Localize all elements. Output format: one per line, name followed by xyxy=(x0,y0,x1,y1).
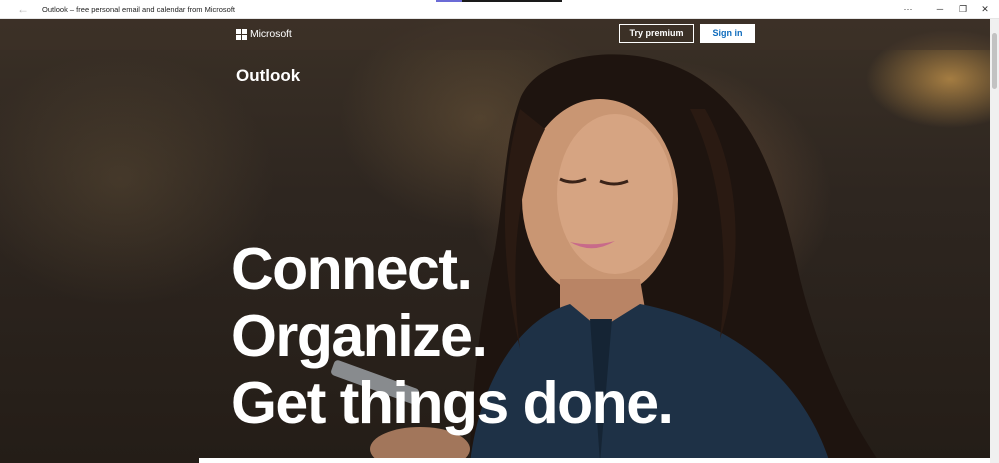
outlook-brand-title[interactable]: Outlook xyxy=(236,66,300,86)
back-arrow-icon[interactable]: ← xyxy=(14,1,32,17)
scrollbar-thumb[interactable] xyxy=(992,33,997,89)
loading-progress xyxy=(436,0,562,2)
scrollbar[interactable] xyxy=(990,19,999,463)
try-premium-button[interactable]: Try premium xyxy=(619,24,694,43)
hero-heading: Connect. Organize. Get things done. xyxy=(231,236,674,437)
hero-line-connect: Connect. xyxy=(231,236,473,302)
sign-in-button[interactable]: Sign in xyxy=(700,24,755,43)
content-panel-edge xyxy=(199,458,990,463)
hero-line-get-things-done: Get things done. xyxy=(231,370,674,436)
more-options-icon[interactable]: ··· xyxy=(894,0,922,19)
close-icon[interactable]: ✕ xyxy=(971,0,999,19)
microsoft-logo-text: Microsoft xyxy=(250,28,292,40)
microsoft-squares-icon xyxy=(236,28,247,40)
site-header: Microsoft Try premium Sign in xyxy=(0,19,990,50)
hero-line-organize: Organize. xyxy=(231,303,488,369)
microsoft-logo[interactable]: Microsoft xyxy=(236,28,292,40)
window-titlebar: ← Outlook – free personal email and cale… xyxy=(0,0,999,19)
window-title: Outlook – free personal email and calend… xyxy=(42,5,236,14)
